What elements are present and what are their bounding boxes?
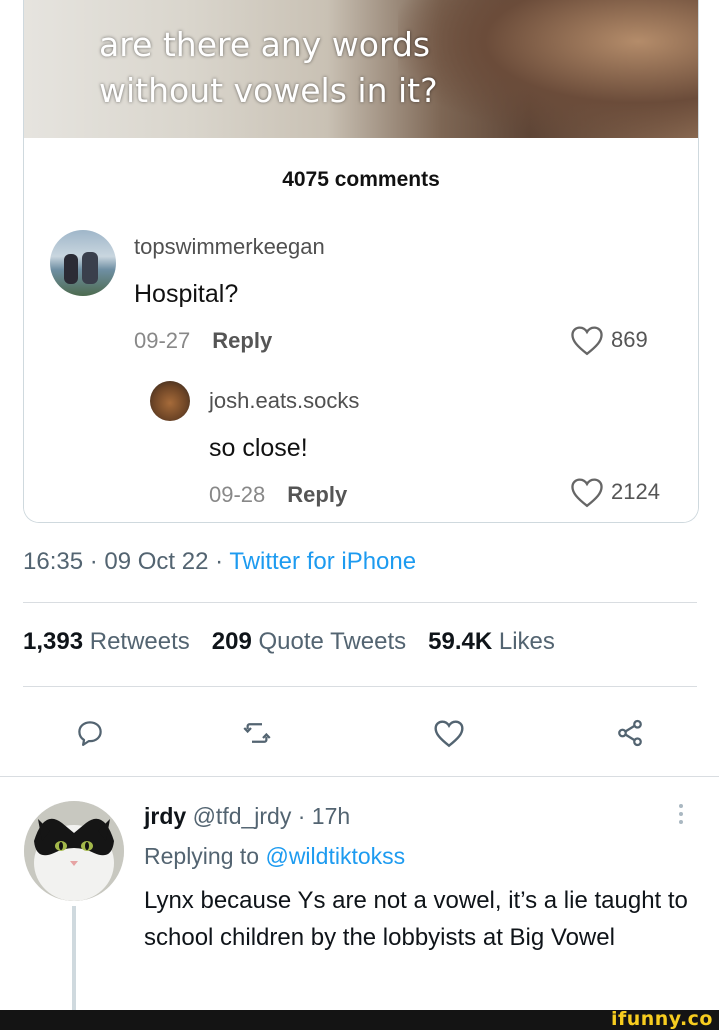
reply-button[interactable] — [67, 710, 113, 756]
like-button[interactable] — [426, 710, 472, 756]
tweet-source-link[interactable]: Twitter for iPhone — [229, 548, 416, 575]
comment-meta: 09-27 Reply — [134, 328, 272, 354]
more-options-button[interactable] — [671, 800, 691, 828]
reply-author-line: jrdy @tfd_jrdy · 17h — [144, 803, 350, 830]
video-frame: are there any words without vowels in it… — [24, 0, 698, 138]
share-icon — [618, 719, 642, 747]
tweet-action-bar — [0, 710, 719, 756]
divider — [23, 686, 697, 687]
likes-stat[interactable]: 59.4K Likes — [428, 628, 555, 655]
more-vertical-icon — [679, 804, 683, 824]
comment-username: topswimmerkeegan — [134, 234, 325, 259]
share-button[interactable] — [607, 710, 653, 756]
retweets-stat[interactable]: 1,393 Retweets — [23, 628, 190, 655]
comment-likes: 2124 — [569, 476, 660, 508]
thread-line — [72, 906, 76, 1010]
comment-date: 09-27 — [134, 328, 191, 353]
reply-display-name[interactable]: jrdy — [144, 803, 186, 829]
comment-text: so close! — [209, 434, 308, 462]
video-caption: are there any words without vowels in it… — [99, 25, 438, 110]
mention-link[interactable]: @wildtiktokss — [265, 843, 405, 869]
commenter-avatar — [50, 230, 116, 296]
tweet-stats: 1,393 Retweets 209 Quote Tweets 59.4K Like… — [23, 628, 555, 656]
reply-author-avatar[interactable] — [24, 801, 124, 901]
comment-text: Hospital? — [134, 280, 239, 308]
commenter-avatar — [150, 381, 190, 421]
cat-photo — [24, 801, 124, 901]
quote-tweets-stat[interactable]: 209 Quote Tweets — [212, 628, 406, 655]
heart-icon — [571, 478, 603, 508]
ifunny-watermark: ifunny.co — [610, 1008, 713, 1030]
retweet-button[interactable] — [234, 710, 280, 756]
reply-body: Lynx because Ys are not a vowel, it’s a … — [144, 887, 688, 951]
replying-to-line: Replying to @wildtiktokss — [144, 843, 406, 869]
comment-reply-link: Reply — [287, 482, 348, 507]
comment-reply-link: Reply — [212, 328, 273, 353]
comment-date: 09-28 — [209, 482, 266, 507]
comment-username: josh.eats.socks — [209, 388, 360, 413]
heart-icon — [571, 326, 603, 356]
comment-count: 4075 comments — [282, 168, 440, 191]
retweet-icon — [243, 723, 271, 743]
tweet-timestamp: 16:35 · 09 Oct 22 · Twitter for iPhone — [23, 548, 417, 575]
like-icon — [434, 720, 464, 748]
comment-likes: 869 — [569, 324, 648, 356]
divider — [0, 776, 719, 777]
reply-icon — [78, 721, 102, 746]
embedded-image-card[interactable]: are there any words without vowels in it… — [23, 0, 699, 523]
divider — [23, 602, 697, 603]
reply-handle-time: @tfd_jrdy · 17h — [186, 803, 351, 829]
comments-sheet: 4075 comments topswimmerkeegan Hospital?… — [24, 138, 698, 522]
comment-meta: 09-28 Reply — [209, 482, 347, 508]
